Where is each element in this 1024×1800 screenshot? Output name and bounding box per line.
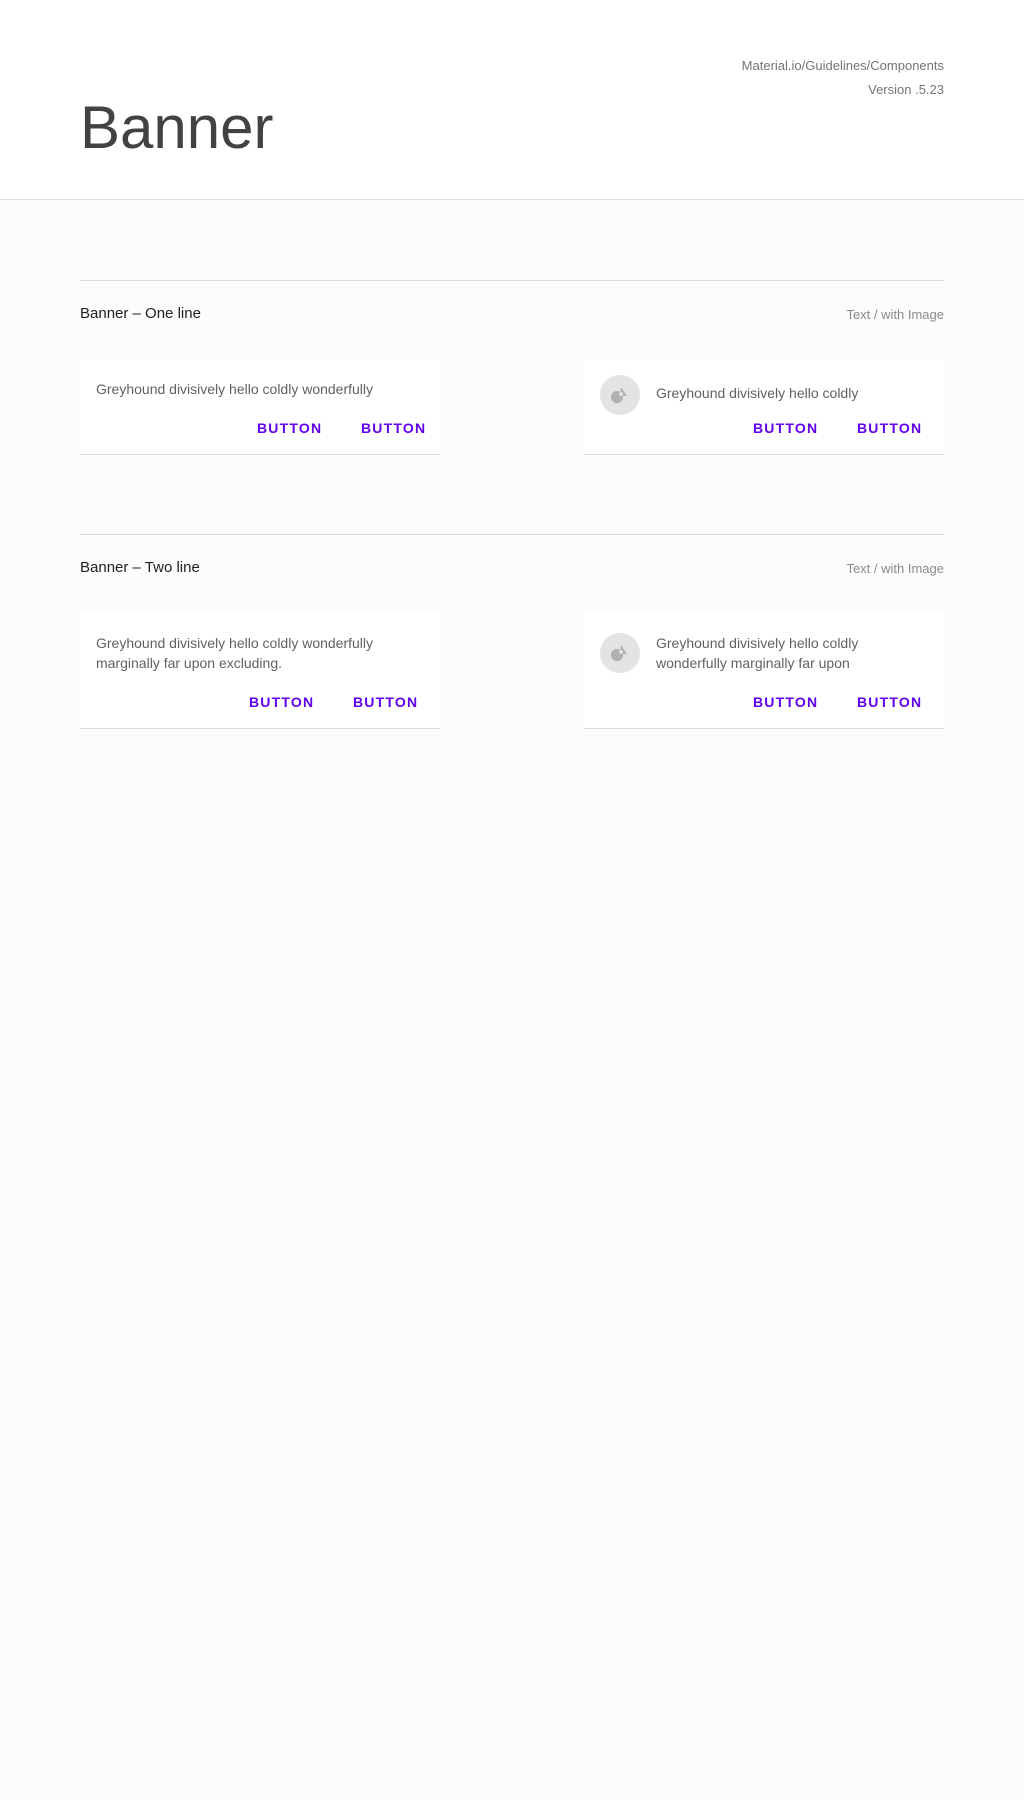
page-title: Banner [80, 94, 274, 161]
section-title: Banner – Two line [80, 559, 200, 576]
banner-avatar [600, 375, 640, 415]
banner-text-line-2: wonderfully marginally far upon [656, 655, 850, 671]
section-title: Banner – One line [80, 305, 201, 322]
meta-info: Material.io/Guidelines/Components Versio… [742, 54, 944, 102]
image-icon [611, 645, 627, 661]
banner-card-image: Greyhound divisively hello coldly BUTTON… [584, 359, 944, 455]
banner-text: Greyhound divisively hello coldly wonder… [96, 381, 374, 397]
banner-text-line-1: Greyhound divisively hello coldly [656, 635, 859, 651]
section-one-line: Banner – One line Text / with Image Grey… [80, 280, 944, 456]
banner-button-1[interactable]: BUTTON [257, 420, 322, 436]
page-header: Banner Material.io/Guidelines/Components… [0, 0, 1024, 200]
banner-card-text: Greyhound divisively hello coldly wonder… [80, 613, 440, 729]
banner-text-line-1: Greyhound divisively hello coldly wonder… [96, 635, 374, 651]
banner-button-1[interactable]: BUTTON [753, 694, 818, 710]
banner-button-2[interactable]: BUTTON [857, 694, 922, 710]
banner-button-1[interactable]: BUTTON [753, 420, 818, 436]
section-note: Text / with Image [846, 561, 944, 576]
meta-link[interactable]: Material.io/Guidelines/Components [742, 54, 944, 78]
meta-version: Version .5.23 [868, 82, 944, 97]
banner-card-text: Greyhound divisively hello coldly wonder… [80, 359, 440, 455]
banner-button-2[interactable]: BUTTON [361, 420, 426, 436]
banner-text-line-2: marginally far upon excluding. [96, 655, 282, 671]
banner-button-2[interactable]: BUTTON [353, 694, 418, 710]
banner-button-1[interactable]: BUTTON [249, 694, 314, 710]
banner-button-2[interactable]: BUTTON [857, 420, 922, 436]
banner-avatar [600, 633, 640, 673]
section-two-line: Banner – Two line Text / with Image Grey… [80, 534, 944, 730]
image-icon [611, 387, 627, 403]
banner-text: Greyhound divisively hello coldly [656, 385, 859, 401]
banner-card-image: Greyhound divisively hello coldly wonder… [584, 613, 944, 729]
section-note: Text / with Image [846, 307, 944, 322]
